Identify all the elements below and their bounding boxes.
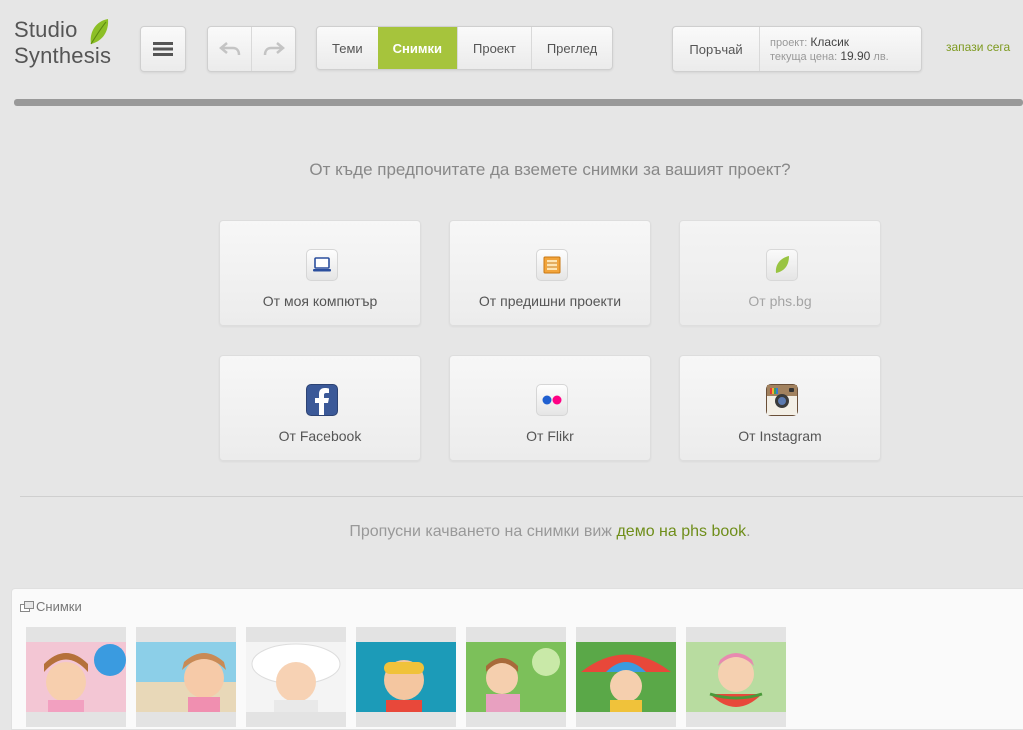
project-info: проект: Класик текуща цена: 19.90 лв. bbox=[760, 27, 889, 71]
order-panel: Поръчай проект: Класик текуща цена: 19.9… bbox=[672, 26, 922, 72]
tab-preview[interactable]: Преглед bbox=[530, 27, 612, 69]
photos-title-text: Снимки bbox=[36, 599, 82, 614]
leaf-logo-icon bbox=[90, 19, 109, 45]
photo-thumb[interactable] bbox=[136, 627, 236, 727]
redo-icon bbox=[263, 42, 285, 56]
flickr-icon bbox=[536, 384, 568, 416]
project-label: проект: bbox=[770, 37, 808, 49]
step-tabs: Теми Снимки Проект Преглед bbox=[316, 26, 614, 70]
save-now-link[interactable]: запази сега bbox=[946, 40, 1010, 54]
history-controls bbox=[207, 26, 296, 72]
skip-text: Пропусни качването на снимки виж bbox=[349, 523, 612, 540]
instagram-icon bbox=[766, 384, 798, 416]
tab-themes[interactable]: Теми bbox=[317, 27, 378, 69]
film-icon bbox=[536, 249, 568, 281]
photo-thumb[interactable] bbox=[576, 627, 676, 727]
facebook-icon bbox=[306, 384, 338, 416]
source-flickr-label: От Flikr bbox=[526, 428, 574, 444]
brand-line-2: Synthesis bbox=[14, 43, 112, 68]
photo-thumb[interactable] bbox=[246, 627, 346, 727]
photos-icon bbox=[20, 600, 34, 612]
source-question: От къде предпочитате да вземете снимки з… bbox=[309, 160, 791, 179]
order-button[interactable]: Поръчай bbox=[673, 27, 760, 71]
project-line: проект: Класик bbox=[770, 35, 849, 49]
skip-end: . bbox=[746, 523, 751, 540]
source-computer-label: От моя компютър bbox=[262, 293, 378, 309]
brand-line-1: Studio bbox=[14, 17, 78, 42]
photo-thumb[interactable] bbox=[466, 627, 566, 727]
tab-project[interactable]: Проект bbox=[457, 27, 531, 69]
project-value: Класик bbox=[810, 35, 850, 49]
source-previous-projects-label: От предишни проекти bbox=[478, 293, 622, 309]
source-phs-card[interactable]: От phs.bg bbox=[679, 220, 881, 326]
hamburger-icon bbox=[153, 42, 173, 56]
brand-logo: Studio Synthesis bbox=[14, 18, 124, 70]
source-facebook-card[interactable]: От Facebook bbox=[219, 355, 421, 461]
source-instagram-label: От Instagram bbox=[738, 428, 822, 444]
photo-thumb[interactable] bbox=[686, 627, 786, 727]
price-unit: лв. bbox=[873, 51, 889, 63]
tab-photos[interactable]: Снимки bbox=[377, 27, 457, 69]
progress-bar bbox=[14, 99, 1023, 106]
photo-thumb[interactable] bbox=[356, 627, 456, 727]
menu-button-group bbox=[140, 26, 186, 72]
photo-thumb[interactable] bbox=[26, 627, 126, 727]
source-facebook-label: От Facebook bbox=[278, 428, 362, 444]
laptop-icon bbox=[306, 249, 338, 281]
undo-button[interactable] bbox=[208, 27, 251, 71]
price-label: текуща цена: bbox=[770, 51, 838, 63]
source-flickr-card[interactable]: От Flikr bbox=[449, 355, 651, 461]
source-instagram-card[interactable]: От Instagram bbox=[679, 355, 881, 461]
leaf-icon bbox=[766, 249, 798, 281]
price-value: 19.90 bbox=[840, 49, 871, 63]
demo-link[interactable]: демо на phs book bbox=[616, 523, 746, 540]
skip-upload-text: Пропусни качването на снимки виж демо на… bbox=[0, 523, 1023, 541]
source-computer-card[interactable]: От моя компютър bbox=[219, 220, 421, 326]
photos-panel-title: Снимки bbox=[20, 599, 82, 614]
photos-panel: Снимки bbox=[11, 588, 1023, 730]
redo-button[interactable] bbox=[251, 27, 295, 71]
menu-button[interactable] bbox=[141, 27, 185, 71]
section-divider bbox=[20, 496, 1023, 497]
source-phs-label: От phs.bg bbox=[748, 293, 812, 309]
undo-icon bbox=[218, 42, 240, 56]
price-line: текуща цена: 19.90 лв. bbox=[770, 49, 889, 63]
source-previous-projects-card[interactable]: От предишни проекти bbox=[449, 220, 651, 326]
